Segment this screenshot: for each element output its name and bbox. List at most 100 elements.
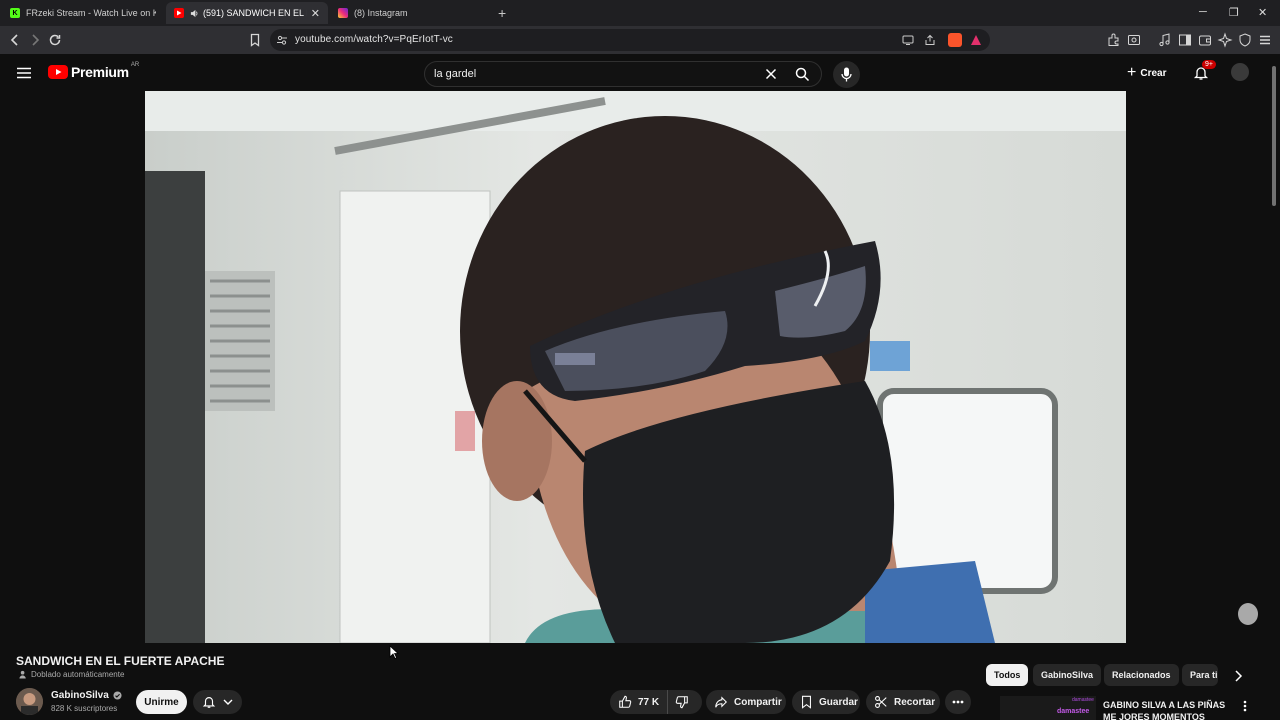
address-bar[interactable]: youtube.com/watch?v=PqErIotT-vc — [270, 29, 990, 51]
channel-avatar[interactable] — [16, 688, 43, 715]
page-scrollbar[interactable] — [1270, 56, 1278, 718]
chip-for-you[interactable]: Para ti — [1182, 664, 1218, 686]
bookmark-icon[interactable] — [247, 32, 263, 48]
scissors-icon — [875, 696, 887, 708]
save-button[interactable]: Guardar — [792, 690, 860, 714]
reload-icon[interactable] — [47, 32, 63, 48]
dubbed-indicator: Doblado automáticamente — [19, 670, 124, 679]
tab-title: (591) SANDWICH EN EL FUERTE APACHE — [203, 8, 307, 18]
share-page-icon[interactable] — [924, 34, 936, 46]
media-icon[interactable] — [1157, 32, 1173, 48]
recommendation-thumbnail[interactable]: damastee damastee — [1000, 696, 1096, 720]
share-label: Compartir — [734, 696, 782, 708]
youtube-logo-icon — [48, 65, 68, 79]
thumbnail-caption: damastee — [1057, 708, 1090, 715]
search-icon[interactable] — [795, 67, 810, 82]
back-icon[interactable] — [7, 32, 23, 48]
microphone-icon — [841, 67, 852, 82]
recommendation-title[interactable]: GABINO SILVA A LAS PIÑAS ME JORES MOMENT… — [1103, 699, 1233, 720]
subscriber-count: 828 K suscriptores — [51, 704, 118, 713]
create-label: Crear — [1140, 67, 1167, 79]
notification-badge: 9+ — [1202, 60, 1216, 69]
more-actions-button[interactable] — [945, 690, 971, 714]
clip-label: Recortar — [894, 696, 936, 708]
maximize-icon[interactable]: ❐ — [1229, 6, 1239, 19]
floating-avatar[interactable] — [1238, 603, 1258, 625]
notifications-button[interactable]: 9+ — [1193, 60, 1216, 81]
close-tab-icon[interactable]: ✕ — [311, 7, 320, 20]
browser-toolbar: youtube.com/watch?v=PqErIotT-vc — [0, 26, 1280, 54]
brave-rewards-icon[interactable] — [970, 34, 982, 46]
wallet-icon[interactable] — [1197, 32, 1213, 48]
brave-shield-icon[interactable] — [948, 33, 962, 47]
screenshot-icon[interactable] — [1126, 32, 1142, 48]
share-icon — [715, 696, 727, 708]
like-count: 77 K — [638, 696, 660, 708]
instagram-icon — [338, 8, 348, 18]
tab-instagram[interactable]: (8) Instagram — [330, 2, 492, 24]
share-button[interactable]: Compartir — [706, 690, 786, 714]
like-dislike-group: 77 K — [610, 690, 702, 714]
new-tab-button[interactable]: + — [498, 5, 506, 21]
close-window-icon[interactable]: ✕ — [1258, 6, 1267, 19]
thumbs-down-icon — [675, 696, 688, 709]
more-horizontal-icon — [952, 700, 964, 704]
chip-related[interactable]: Relacionados — [1104, 664, 1179, 686]
clip-button[interactable]: Recortar — [866, 690, 940, 714]
extensions-icon[interactable] — [1106, 32, 1122, 48]
verified-icon — [113, 691, 122, 700]
youtube-premium-logo[interactable]: Premium AR — [48, 62, 140, 80]
menu-icon[interactable] — [1257, 32, 1273, 48]
recommendation-menu-icon[interactable] — [1243, 700, 1247, 712]
youtube-masthead: Premium AR la gardel + Crear 9+ — [0, 54, 1280, 91]
video-title: SANDWICH EN EL FUERTE APACHE — [16, 654, 225, 668]
tab-kick[interactable]: K FRzeki Stream - Watch Live on Kick — [2, 2, 164, 24]
region-code: AR — [130, 62, 140, 68]
browser-tab-strip: K FRzeki Stream - Watch Live on Kick (59… — [0, 0, 1280, 26]
account-avatar[interactable] — [1231, 63, 1249, 81]
sidebar-icon[interactable] — [1177, 32, 1193, 48]
channel-name-text: GabinoSilva — [51, 690, 109, 701]
bell-icon — [202, 697, 216, 708]
site-info-icon[interactable] — [276, 34, 288, 46]
leo-ai-icon[interactable] — [1217, 32, 1233, 48]
save-label: Guardar — [819, 696, 858, 708]
tab-youtube[interactable]: (591) SANDWICH EN EL FUERTE APACHE ✕ — [166, 2, 328, 24]
chevron-down-icon — [223, 699, 233, 705]
video-frame — [145, 91, 1126, 643]
join-button[interactable]: Unirme — [136, 690, 187, 714]
person-voice-icon — [19, 670, 26, 679]
voice-search-button[interactable] — [833, 61, 860, 88]
logo-text: Premium — [71, 64, 129, 80]
create-button[interactable]: + Crear — [1127, 62, 1166, 84]
dislike-button[interactable] — [668, 695, 689, 709]
kick-icon: K — [10, 8, 20, 18]
forward-icon[interactable] — [27, 32, 43, 48]
subscription-bell-button[interactable] — [193, 690, 242, 714]
save-bookmark-icon — [802, 695, 811, 709]
thumbs-up-icon — [619, 695, 632, 708]
like-button[interactable]: 77 K — [610, 690, 668, 714]
dubbed-label: Doblado automáticamente — [31, 670, 125, 679]
vpn-icon[interactable] — [1237, 32, 1253, 48]
cast-icon[interactable] — [902, 34, 914, 46]
search-box[interactable]: la gardel — [424, 61, 822, 87]
clear-search-icon[interactable] — [765, 68, 777, 80]
thumbnail-caption: damastee — [1072, 697, 1094, 703]
minimize-icon[interactable]: ─ — [1199, 6, 1207, 18]
tab-title: (8) Instagram — [354, 8, 408, 18]
hamburger-menu-icon[interactable] — [16, 65, 32, 81]
plus-icon: + — [1127, 64, 1137, 81]
video-player[interactable] — [145, 91, 1126, 643]
scrollbar-thumb[interactable] — [1272, 66, 1276, 206]
channel-name[interactable]: GabinoSilva — [51, 690, 122, 701]
mouse-cursor-icon — [389, 645, 399, 659]
search-input[interactable]: la gardel — [434, 68, 476, 80]
chips-next-icon[interactable] — [1232, 669, 1244, 683]
chip-channel[interactable]: GabinoSilva — [1033, 664, 1102, 686]
tab-title: FRzeki Stream - Watch Live on Kick — [26, 8, 156, 18]
speaker-icon[interactable] — [190, 9, 199, 18]
url-text: youtube.com/watch?v=PqErIotT-vc — [295, 34, 453, 45]
chip-todos[interactable]: Todos — [986, 664, 1029, 686]
youtube-icon — [174, 8, 184, 18]
